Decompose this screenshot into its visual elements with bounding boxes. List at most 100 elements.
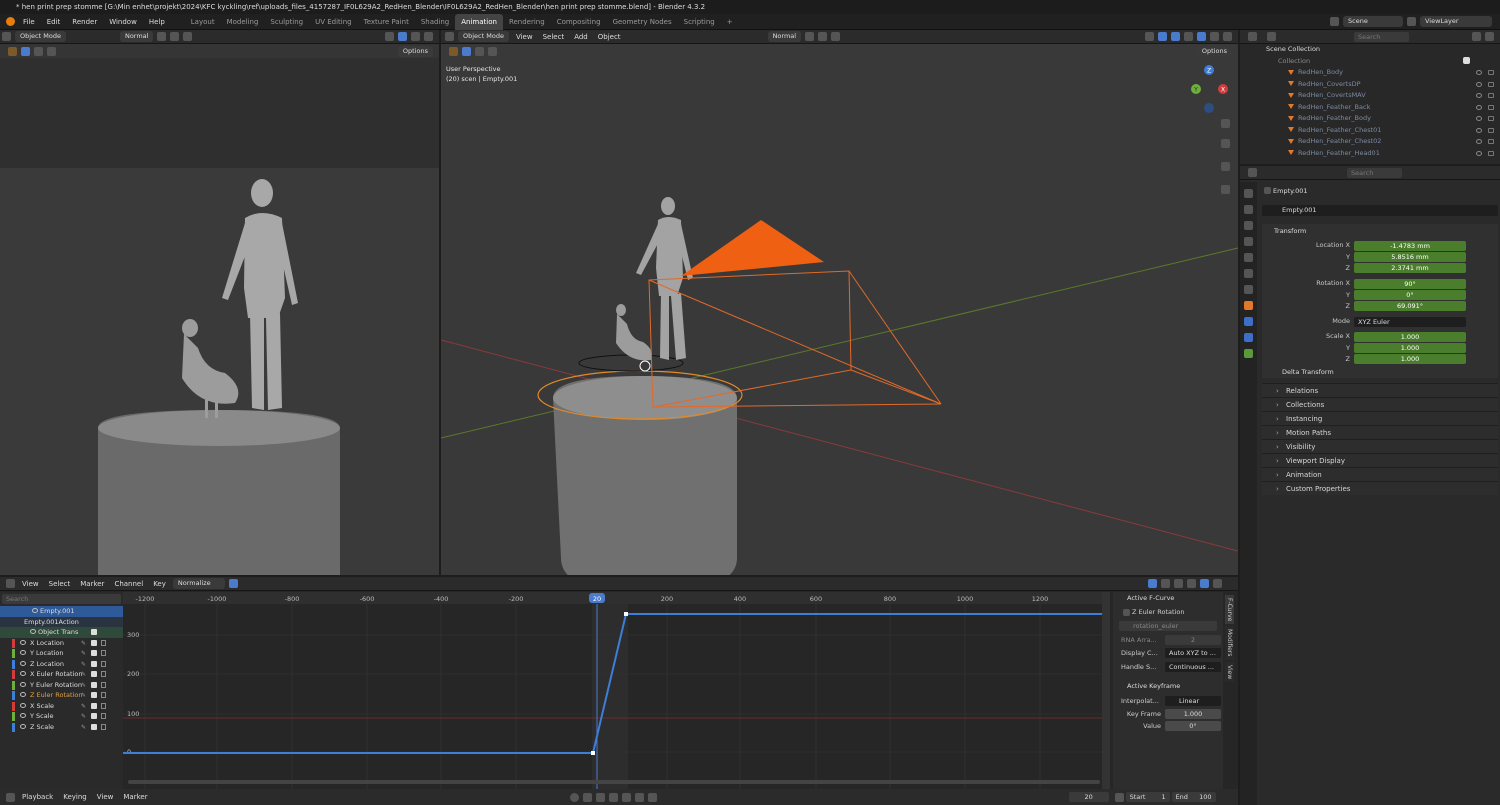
fcurve-channel-row[interactable]: Y Scale ✎ [0,711,123,722]
outliner-item[interactable]: RedHen_Body [1240,67,1500,79]
mode-selector[interactable]: Object Mode [15,31,66,42]
editor-type-icon[interactable] [1248,32,1257,41]
output-tab-icon[interactable] [1244,221,1253,230]
fcurve-channel-row[interactable]: X Euler Rotation ✎ [0,669,123,680]
eye-icon[interactable] [20,650,26,655]
options-button[interactable]: Options [397,45,433,57]
menu-channel[interactable]: Channel [109,577,148,591]
menu-help[interactable]: Help [143,14,171,30]
navigation-gizmo[interactable]: Z X Y [1189,64,1229,116]
render-icon[interactable] [1488,104,1494,110]
select-box-icon[interactable] [21,46,30,56]
channel-checkbox[interactable] [91,650,97,656]
group-checkbox[interactable] [91,629,97,635]
fcurve-graph[interactable]: 20 -1200 -1000 -800 -600 -400 -200 200 400 600 80… [123,592,1110,789]
workspace-tab-geometry-nodes[interactable]: Geometry Nodes [607,14,678,30]
shading-material-icon[interactable] [1210,32,1219,41]
display-color-select[interactable]: Auto XYZ to ... [1165,648,1221,658]
workspace-tab-compositing[interactable]: Compositing [551,14,607,30]
object-name-field[interactable]: Empty.001 [1262,205,1498,216]
outliner-item[interactable]: RedHen_Feather_Chest01 [1240,125,1500,137]
channel-checkbox[interactable] [91,660,97,667]
end-frame-field[interactable]: End 100 [1171,792,1216,802]
relations-panel[interactable]: Relations [1262,383,1498,398]
new-collection-icon[interactable] [1485,32,1494,41]
channel-checkbox[interactable] [91,702,97,709]
channel-group-row[interactable]: Object Trans [0,627,123,638]
data-tab-icon[interactable] [1244,349,1253,358]
active-fcurve-panel[interactable]: Active F-Curve [1113,592,1223,605]
outliner-search[interactable]: Search [1354,31,1409,42]
add-workspace-button[interactable]: + [721,14,739,30]
eye-icon[interactable] [20,671,26,676]
pan-hand-icon[interactable] [1221,139,1230,148]
scale-y-field[interactable]: 1.000 [1354,343,1466,353]
outliner-item[interactable]: RedHen_Feather_Back [1240,102,1500,114]
eye-icon[interactable] [20,692,26,697]
filter-icon[interactable] [1174,579,1183,588]
select-subtract-icon[interactable] [488,46,497,56]
channel-checkbox[interactable] [91,723,97,730]
render-tab-icon[interactable] [1244,205,1253,214]
select-box-icon[interactable] [462,46,471,56]
lock-icon[interactable] [101,713,106,719]
snap-icon[interactable] [1200,579,1209,588]
location-x-field[interactable]: -1.4783 mm [1354,241,1466,251]
properties-search[interactable]: Search [1347,167,1402,178]
preview-range-icon[interactable] [1114,792,1124,802]
channel-checkbox[interactable] [91,681,97,688]
render-icon[interactable] [1488,93,1494,98]
select-subtract-icon[interactable] [47,46,56,56]
keyframe-start[interactable] [591,751,595,755]
normalize-mode-icon[interactable] [228,579,238,588]
lock-icon[interactable] [101,681,106,688]
shading-rendered-icon[interactable] [424,32,433,41]
collection-checkbox-icon[interactable] [1463,56,1470,64]
object-tab-icon[interactable] [1244,301,1253,310]
horizontal-scrollbar[interactable] [128,780,1100,784]
physics-tab-icon[interactable] [1244,317,1253,326]
eye-icon[interactable] [30,629,36,634]
start-frame-field[interactable]: Start 1 [1125,792,1170,802]
workspace-tab-shading[interactable]: Shading [415,14,455,30]
eye-icon[interactable] [20,702,26,708]
lock-icon[interactable] [101,671,106,677]
view-layer-selector[interactable]: ViewLayer [1420,16,1492,27]
workspace-tab-animation[interactable]: Animation [455,13,503,30]
menu-render[interactable]: Render [66,14,103,30]
only-selected-icon[interactable] [1148,579,1157,588]
shading-solid-icon[interactable] [398,32,407,41]
eye-icon[interactable] [20,723,26,729]
overlay-icon[interactable] [1171,32,1180,41]
options-button[interactable]: Options [1196,45,1232,57]
select-extend-icon[interactable] [34,46,43,56]
custom-properties-panel[interactable]: Custom Properties [1262,481,1498,496]
proportional-edit-icon[interactable] [183,32,193,41]
location-y-field[interactable]: 5.8516 mm [1354,252,1466,262]
tab-view[interactable]: View [1225,661,1234,682]
camera-view-icon[interactable] [1221,162,1230,171]
pivot-icon[interactable] [1187,579,1196,588]
outliner-item[interactable]: RedHen_Feather_Body [1240,113,1500,125]
eye-icon[interactable] [1476,104,1482,110]
visibility-icon[interactable] [1145,32,1154,41]
rotation-y-field[interactable]: 0° [1354,290,1466,300]
display-mode-icon[interactable] [1267,32,1276,41]
orientation-selector[interactable]: Normal [767,31,802,42]
fcurve-channel-row[interactable]: Z Euler Rotation ✎ [0,690,123,701]
filter-icon[interactable] [1472,32,1481,41]
perspective-grid-icon[interactable] [1221,185,1230,194]
editor-type-icon[interactable] [6,792,15,802]
mode-selector[interactable]: Object Mode [458,31,509,42]
editor-type-icon[interactable] [2,32,11,41]
camera-viewport[interactable]: Object Mode Normal Options [0,30,439,575]
marker-menu[interactable]: Marker [118,790,152,804]
active-keyframe-panel[interactable]: Active Keyframe [1113,678,1223,694]
scene-tab-icon[interactable] [1244,253,1253,262]
eye-icon[interactable] [20,681,26,687]
play-reverse-icon[interactable] [608,792,618,802]
constraints-tab-icon[interactable] [1244,333,1253,342]
menu-file[interactable]: File [17,14,41,30]
vertical-scrollbar[interactable] [1102,592,1110,789]
keyframe-end[interactable] [624,612,628,616]
